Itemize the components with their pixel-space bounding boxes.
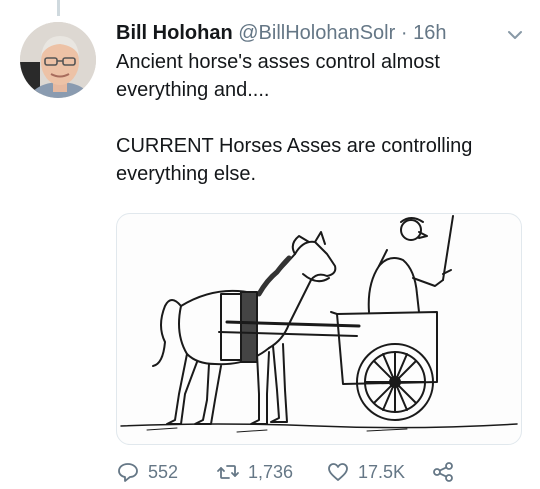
tweet-text-paragraph: Ancient horse's asses control almost eve… — [116, 51, 440, 101]
tweet-menu-button[interactable] — [502, 22, 528, 48]
reply-count: 552 — [148, 461, 179, 482]
retweet-button[interactable]: 1,736 — [216, 455, 293, 489]
heart-icon — [328, 463, 348, 481]
display-name[interactable]: Bill Holohan — [116, 22, 233, 44]
thread-connector-line — [57, 0, 60, 16]
chevron-down-icon — [508, 31, 522, 39]
tweet-text: Ancient horse's asses control almost eve… — [116, 48, 526, 188]
share-icon — [433, 462, 453, 482]
like-count: 17.5K — [358, 461, 406, 482]
retweet-count: 1,736 — [248, 461, 294, 482]
like-button[interactable]: 17.5K — [326, 455, 405, 489]
avatar-image — [20, 22, 96, 98]
media-image[interactable] — [116, 213, 522, 445]
reply-icon — [118, 463, 138, 482]
reply-button[interactable]: 552 — [116, 455, 178, 489]
cartoon-horse-cart-image — [120, 215, 518, 433]
tweet-actions: 552 1,736 17.5K — [116, 455, 526, 489]
tweet-text-paragraph: CURRENT Horses Asses are controlling eve… — [116, 135, 473, 185]
avatar[interactable] — [20, 22, 96, 98]
separator-dot: · — [400, 22, 408, 44]
timestamp[interactable]: 16h — [413, 22, 446, 44]
share-button[interactable] — [431, 455, 455, 489]
tweet-header: Bill Holohan @BillHolohanSolr · 16h — [116, 19, 446, 47]
retweet-icon — [217, 465, 239, 479]
user-handle[interactable]: @BillHolohanSolr — [238, 22, 395, 44]
